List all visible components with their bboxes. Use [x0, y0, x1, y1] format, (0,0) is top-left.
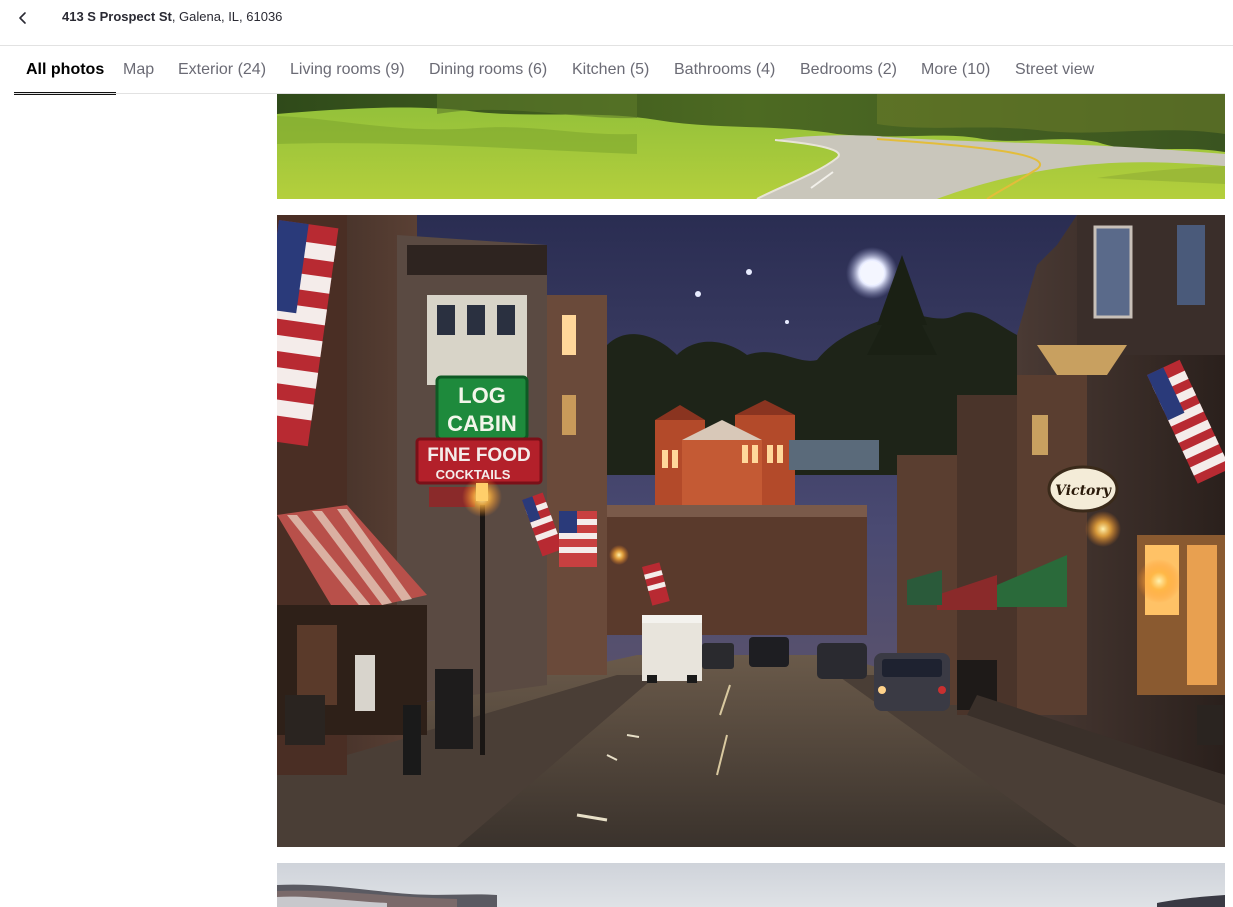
address-street: 413 S Prospect St — [62, 9, 172, 24]
back-button[interactable] — [10, 5, 36, 31]
sign-victory-text: Victory — [1055, 483, 1112, 499]
tab-bedrooms[interactable]: Bedrooms (2) — [788, 46, 909, 94]
sign-cabin-text: CABIN — [447, 411, 517, 436]
main-street-night-image: LOG CABIN FINE FOOD COCKTAILS Victory — [277, 215, 1225, 847]
photo-category-tabs: All photos Map Exterior (24) Living room… — [0, 46, 1233, 95]
listing-photo-main-street[interactable]: LOG CABIN FINE FOOD COCKTAILS Victory — [277, 215, 1225, 847]
tab-dining-rooms[interactable]: Dining rooms (6) — [417, 46, 559, 94]
listing-address: 413 S Prospect St, Galena, IL, 61036 — [62, 9, 282, 25]
winter-landscape-image — [277, 863, 1225, 907]
sign-log-text: LOG — [458, 383, 506, 408]
top-bar: 413 S Prospect St, Galena, IL, 61036 — [0, 0, 1233, 46]
listing-photo-road[interactable] — [277, 94, 1225, 199]
address-city-state-zip: , Galena, IL, 61036 — [171, 9, 283, 24]
listing-photo-winter[interactable] — [277, 863, 1225, 907]
sign-fine-food-text: FINE FOOD — [427, 445, 530, 466]
tab-street-view[interactable]: Street view — [1003, 46, 1106, 94]
victory-sign: Victory — [1047, 465, 1119, 513]
tab-all-photos[interactable]: All photos — [14, 46, 117, 95]
road-landscape-image — [277, 94, 1225, 199]
tab-living-rooms[interactable]: Living rooms (9) — [278, 46, 417, 94]
chevron-left-icon — [19, 12, 26, 24]
tab-exterior[interactable]: Exterior (24) — [166, 46, 278, 94]
tab-bathrooms[interactable]: Bathrooms (4) — [662, 46, 787, 94]
tab-map[interactable]: Map — [111, 46, 166, 94]
tab-kitchen[interactable]: Kitchen (5) — [560, 46, 661, 94]
tab-more[interactable]: More (10) — [909, 46, 1002, 94]
